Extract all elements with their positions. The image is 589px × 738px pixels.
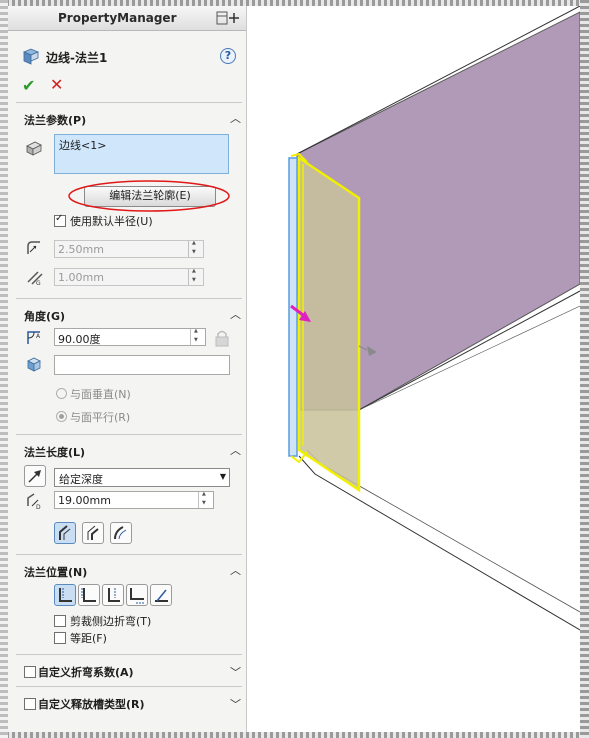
tangent-bend-button[interactable] (110, 522, 132, 544)
face-select-icon (27, 357, 41, 372)
custom-bend-allowance-checkbox[interactable] (24, 666, 36, 678)
use-default-radius-label: 使用默认半径(U) (70, 215, 153, 228)
offset-label: 等距(F) (70, 632, 107, 645)
divider (16, 686, 242, 687)
divider (16, 654, 242, 655)
end-condition-value: 给定深度 (59, 473, 103, 486)
property-manager-title: PropertyManager (58, 11, 177, 25)
inner-virtual-sharp-icon (87, 525, 99, 540)
chevron-down-icon[interactable]: ﹀ (230, 696, 241, 712)
svg-text:G: G (36, 280, 41, 286)
outer-virtual-sharp-button[interactable] (54, 522, 76, 544)
flange-angle-stepper[interactable]: 90.00度 (54, 328, 206, 346)
trim-side-bends-checkbox[interactable] (54, 615, 66, 627)
tangent-to-bend-button[interactable] (150, 584, 172, 606)
flange-params-title[interactable]: 法兰参数(P) (24, 112, 86, 128)
frame-border-top (0, 0, 589, 6)
stepper-arrows-icon[interactable] (188, 240, 203, 257)
material-inside-icon (59, 588, 72, 602)
chevron-up-icon[interactable]: ︿ (230, 442, 241, 458)
cancel-button[interactable]: ✕ (50, 75, 63, 94)
tangent-to-bend-icon (155, 589, 168, 602)
svg-text:A: A (36, 333, 41, 340)
flange-angle-value: 90.00度 (58, 333, 101, 346)
lock-icon[interactable] (212, 328, 232, 348)
bend-from-virtual-sharp-button[interactable] (126, 584, 148, 606)
frame-border-left (0, 0, 8, 738)
property-manager-header: PropertyManager (8, 6, 246, 31)
gap-distance-icon: G (27, 271, 43, 286)
gap-distance-value: 1.00mm (58, 271, 104, 284)
edit-flange-profile-button[interactable]: 编辑法兰轮廓(E) (84, 186, 216, 207)
flange-angle-icon: A (27, 331, 41, 344)
chevron-down-icon[interactable]: ﹀ (230, 664, 241, 680)
length-dimension-icon: D (27, 493, 41, 510)
stepper-arrows-icon[interactable] (188, 268, 203, 285)
inner-virtual-sharp-button[interactable] (82, 522, 104, 544)
property-manager-panel: PropertyManager 边线-法兰1 ? ✔ ✕ 法兰参数(P) ︿ 边… (8, 6, 247, 732)
trim-side-bends-label: 剪裁侧边折弯(T) (70, 615, 152, 628)
chevron-up-icon[interactable]: ︿ (230, 306, 241, 322)
flange-position-title[interactable]: 法兰位置(N) (24, 564, 87, 580)
custom-bend-allowance-label[interactable]: 自定义折弯系数(A) (38, 664, 134, 680)
edge-selection-list[interactable]: 边线<1> (54, 134, 229, 174)
angle-title[interactable]: 角度(G) (24, 308, 65, 324)
flange-length-title[interactable]: 法兰长度(L) (24, 444, 85, 460)
edge-list-item[interactable]: 边线<1> (59, 139, 106, 152)
bend-outside-button[interactable] (102, 584, 124, 606)
flange-length-stepper[interactable]: 19.00mm (54, 491, 214, 509)
end-condition-select[interactable]: 给定深度 ▼ (54, 468, 230, 487)
perpendicular-to-face-label: 与面垂直(N) (70, 388, 131, 401)
chevron-up-icon[interactable]: ︿ (230, 110, 241, 126)
bend-radius-stepper[interactable]: 2.50mm (54, 240, 204, 258)
custom-relief-type-checkbox[interactable] (24, 698, 36, 710)
parallel-to-face-radio[interactable] (56, 411, 67, 422)
divider (16, 434, 242, 435)
use-default-radius-checkbox[interactable] (54, 213, 66, 227)
material-inside-button[interactable] (54, 584, 76, 606)
outer-virtual-sharp-icon (59, 525, 71, 540)
divider (16, 298, 242, 299)
feature-title: 边线-法兰1 (46, 51, 108, 65)
flange-length-value: 19.00mm (58, 494, 111, 507)
graphics-viewport[interactable] (247, 6, 580, 732)
bend-radius-value: 2.50mm (58, 243, 104, 256)
face-selection-field[interactable] (54, 355, 230, 375)
frame-border-right (580, 0, 589, 738)
stepper-arrows-icon[interactable] (190, 328, 205, 345)
svg-text:D: D (36, 504, 41, 510)
offset-checkbox[interactable] (54, 632, 66, 644)
chevron-up-icon[interactable]: ︿ (230, 562, 241, 578)
material-outside-button[interactable] (78, 584, 100, 606)
part-edge-bottom (298, 455, 580, 631)
divider (16, 102, 242, 103)
divider (16, 554, 242, 555)
edge-flange-icon (22, 48, 40, 65)
frame-border-bottom (0, 732, 589, 738)
bend-outside-icon (108, 588, 120, 602)
reverse-direction-icon (28, 470, 41, 483)
parallel-to-face-label: 与面平行(R) (70, 411, 131, 424)
stepper-arrows-icon[interactable] (198, 491, 213, 508)
gap-distance-stepper[interactable]: 1.00mm (54, 268, 204, 286)
custom-relief-type-label[interactable]: 自定义释放槽类型(R) (38, 696, 145, 712)
sheet-metal-model[interactable] (247, 6, 580, 732)
edge-select-icon (26, 141, 42, 156)
edge-flange-preview[interactable] (297, 155, 361, 493)
bend-radius-icon (27, 241, 40, 254)
help-icon[interactable]: ? (220, 48, 236, 64)
reverse-direction-button[interactable] (24, 465, 46, 487)
ok-button[interactable]: ✔ (22, 76, 35, 95)
chevron-down-icon[interactable]: ▼ (220, 472, 226, 481)
material-outside-icon (81, 588, 96, 602)
pin-icon[interactable] (216, 10, 240, 26)
bend-from-virtual-sharp-icon (130, 588, 144, 604)
tangent-bend-icon (114, 526, 127, 540)
perpendicular-to-face-radio[interactable] (56, 388, 67, 399)
